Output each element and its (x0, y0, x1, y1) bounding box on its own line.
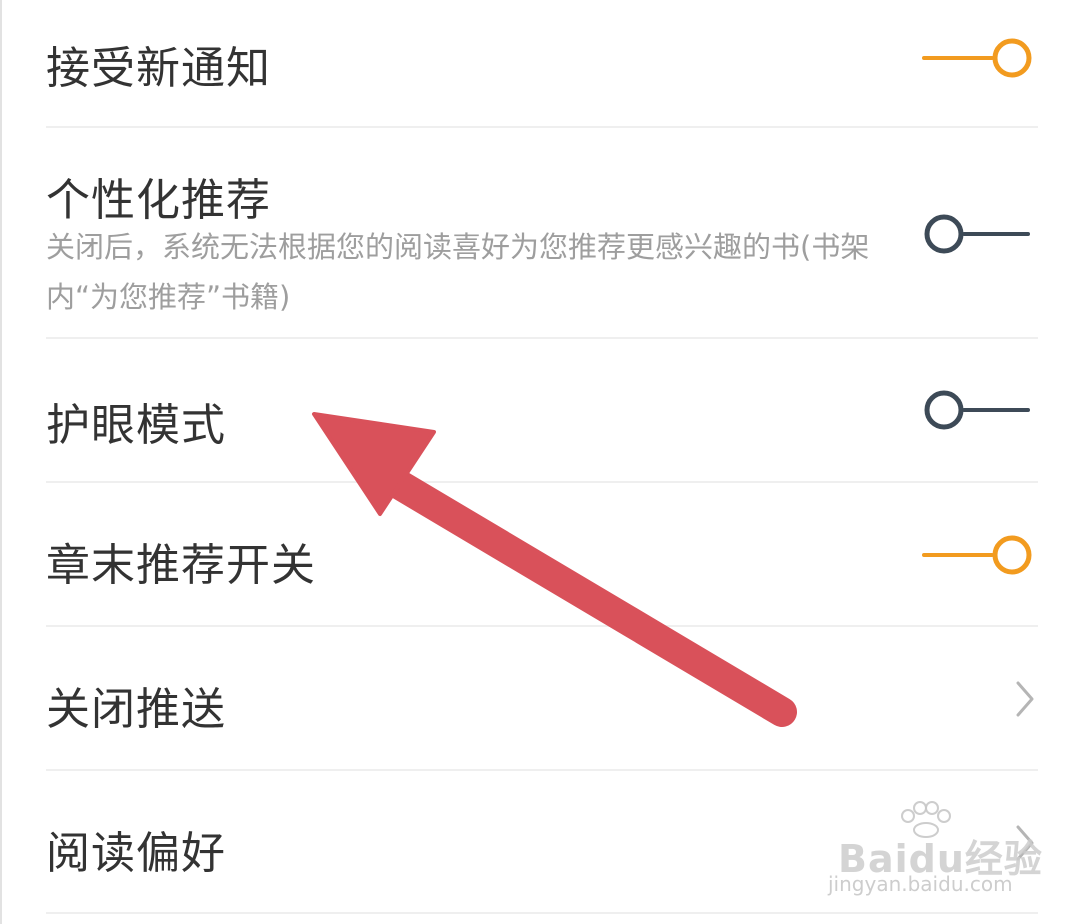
setting-title: 关闭推送 (46, 684, 226, 735)
setting-title: 个性化推荐 (46, 175, 271, 226)
setting-row-receive-notifications: 接受新通知 (0, 0, 1080, 128)
toggle-switch-off[interactable] (922, 212, 1034, 256)
toggle-on-icon (922, 38, 1032, 78)
setting-title: 接受新通知 (46, 43, 271, 94)
setting-row-chapter-end-recommendation: 章末推荐开关 (0, 483, 1080, 625)
settings-page: 接受新通知 个性化推荐 关闭后，系统无法根据您的阅读喜好为您推荐更感兴趣的书(书… (0, 0, 1080, 924)
setting-row-personalized-recommendation: 个性化推荐 关闭后，系统无法根据您的阅读喜好为您推荐更感兴趣的书(书架内“为您推… (0, 128, 1080, 338)
toggle-switch-on[interactable] (922, 36, 1034, 80)
setting-title: 护眼模式 (46, 400, 226, 451)
setting-row-close-push[interactable]: 关闭推送 (0, 627, 1080, 769)
setting-description: 关闭后，系统无法根据您的阅读喜好为您推荐更感兴趣的书(书架内“为您推荐”书籍) (46, 230, 870, 314)
toggle-on-icon (922, 535, 1032, 575)
toggle-off-icon (924, 390, 1030, 430)
setting-row-eye-protection: 护眼模式 (0, 339, 1080, 481)
baidu-watermark: Baidu经验 jingyan.baidu.com (828, 798, 1042, 908)
toggle-switch-on[interactable] (922, 533, 1034, 577)
toggle-switch-off[interactable] (922, 388, 1034, 432)
chevron-right-icon (1010, 679, 1040, 719)
setting-title: 章末推荐开关 (46, 540, 316, 591)
toggle-off-icon (924, 214, 1030, 254)
divider (46, 912, 1038, 914)
watermark-url: jingyan.baidu.com (828, 872, 1013, 896)
setting-title: 阅读偏好 (46, 828, 226, 879)
